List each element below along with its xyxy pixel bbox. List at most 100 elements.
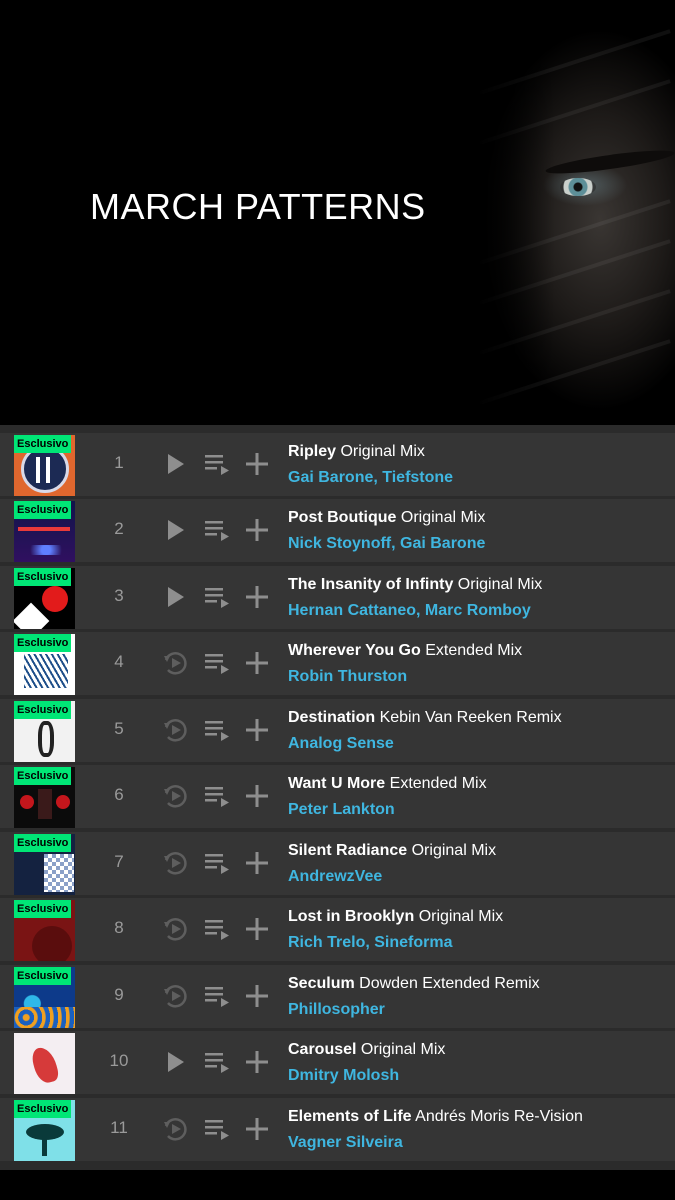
track-list: Esclusivo 1 Ripley Original Mix Gai Barone,… bbox=[0, 425, 675, 1170]
add-icon[interactable] bbox=[245, 916, 269, 942]
track-name[interactable]: Carousel bbox=[288, 1041, 356, 1058]
track-artists[interactable]: Gai Barone, Tiefstone bbox=[288, 469, 453, 487]
exclusive-badge: Esclusivo bbox=[14, 767, 72, 785]
add-icon[interactable] bbox=[245, 983, 269, 1009]
replay-icon[interactable] bbox=[162, 850, 188, 876]
track-row[interactable]: Esclusivo 1 Ripley Original Mix Gai Barone,… bbox=[0, 433, 675, 496]
add-to-queue-icon[interactable] bbox=[203, 1116, 231, 1142]
add-icon[interactable] bbox=[245, 783, 269, 809]
cover-art[interactable]: Esclusivo bbox=[14, 1100, 75, 1161]
cover-art[interactable]: Esclusivo bbox=[14, 634, 75, 695]
mix-name: Dowden Extended Remix bbox=[359, 975, 540, 992]
add-to-queue-icon[interactable] bbox=[203, 983, 231, 1009]
replay-icon[interactable] bbox=[162, 650, 188, 676]
track-row[interactable]: Esclusivo 8 Lost in Brooklyn Original Mix R… bbox=[0, 898, 675, 961]
chart-title: MARCH PATTERNS bbox=[90, 186, 426, 227]
track-row[interactable]: Esclusivo 2 Post Boutique Original Mix Nick… bbox=[0, 499, 675, 562]
track-title[interactable]: Carousel Original Mix bbox=[288, 1041, 445, 1059]
track-title[interactable]: Seculum Dowden Extended Remix bbox=[288, 975, 540, 993]
track-name[interactable]: Seculum bbox=[288, 975, 355, 992]
track-row[interactable]: Esclusivo 4 Wherever You Go Extended Mix Ro… bbox=[0, 632, 675, 695]
track-title[interactable]: Destination Kebin Van Reeken Remix bbox=[288, 709, 562, 727]
add-to-queue-icon[interactable] bbox=[203, 850, 231, 876]
track-title[interactable]: Elements of Life Andrés Moris Re-Vision bbox=[288, 1108, 583, 1126]
track-artists[interactable]: Phillosopher bbox=[288, 1001, 385, 1019]
replay-icon[interactable] bbox=[162, 983, 188, 1009]
track-number: 10 bbox=[109, 1051, 129, 1070]
add-icon[interactable] bbox=[245, 1116, 269, 1142]
track-title[interactable]: Lost in Brooklyn Original Mix bbox=[288, 908, 503, 926]
track-artists[interactable]: Peter Lankton bbox=[288, 801, 395, 819]
exclusive-badge: Esclusivo bbox=[14, 1100, 72, 1118]
cover-art[interactable]: Esclusivo bbox=[14, 967, 75, 1028]
add-to-queue-icon[interactable] bbox=[203, 783, 231, 809]
track-number: 6 bbox=[114, 785, 124, 804]
cover-art[interactable]: Esclusivo bbox=[14, 834, 75, 895]
track-artists[interactable]: Dmitry Molosh bbox=[288, 1067, 399, 1085]
track-title[interactable]: The Insanity of Infinty Original Mix bbox=[288, 576, 542, 594]
add-to-queue-icon[interactable] bbox=[203, 517, 231, 543]
add-icon[interactable] bbox=[245, 1049, 269, 1075]
cover-art[interactable]: Esclusivo bbox=[14, 435, 75, 496]
track-artists[interactable]: Analog Sense bbox=[288, 735, 394, 753]
add-to-queue-icon[interactable] bbox=[203, 717, 231, 743]
replay-icon[interactable] bbox=[162, 717, 188, 743]
track-artists[interactable]: Nick Stoynoff, Gai Barone bbox=[288, 535, 485, 553]
exclusive-badge: Esclusivo bbox=[14, 967, 72, 985]
track-name[interactable]: The Insanity of Infinty bbox=[288, 576, 453, 593]
track-name[interactable]: Post Boutique bbox=[288, 509, 396, 526]
play-icon[interactable] bbox=[162, 1049, 188, 1075]
cover-art[interactable]: Esclusivo bbox=[14, 701, 75, 762]
track-title[interactable]: Post Boutique Original Mix bbox=[288, 509, 485, 527]
track-artists[interactable]: Rich Trelo, Sineforma bbox=[288, 934, 452, 952]
play-icon[interactable] bbox=[162, 584, 188, 610]
play-icon[interactable] bbox=[162, 517, 188, 543]
add-to-queue-icon[interactable] bbox=[203, 584, 231, 610]
track-row[interactable]: Esclusivo 6 Want U More Extended Mix Peter … bbox=[0, 765, 675, 828]
track-artists[interactable]: Vagner Silveira bbox=[288, 1134, 403, 1152]
track-artists[interactable]: Hernan Cattaneo, Marc Romboy bbox=[288, 602, 531, 620]
cover-art[interactable]: Esclusivo bbox=[14, 501, 75, 562]
track-name[interactable]: Wherever You Go bbox=[288, 642, 421, 659]
track-name[interactable]: Ripley bbox=[288, 443, 336, 460]
replay-icon[interactable] bbox=[162, 916, 188, 942]
track-row[interactable]: Esclusivo 3 The Insanity of Infinty Origin… bbox=[0, 566, 675, 629]
track-row[interactable]: Esclusivo 5 Destination Kebin Van Reeken R… bbox=[0, 699, 675, 762]
cover-art[interactable]: Esclusivo bbox=[14, 900, 75, 961]
track-name[interactable]: Silent Radiance bbox=[288, 842, 407, 859]
add-icon[interactable] bbox=[245, 451, 269, 477]
track-title[interactable]: Wherever You Go Extended Mix bbox=[288, 642, 522, 660]
track-name[interactable]: Elements of Life bbox=[288, 1108, 412, 1125]
add-icon[interactable] bbox=[245, 850, 269, 876]
track-row[interactable]: Esclusivo 11 Elements of Life Andrés Moris… bbox=[0, 1098, 675, 1161]
add-to-queue-icon[interactable] bbox=[203, 650, 231, 676]
exclusive-badge: Esclusivo bbox=[14, 834, 72, 852]
track-artists[interactable]: Robin Thurston bbox=[288, 668, 407, 686]
track-artists[interactable]: AndrewzVee bbox=[288, 868, 382, 886]
track-row[interactable]: Esclusivo 9 Seculum Dowden Extended Remix P… bbox=[0, 965, 675, 1028]
cover-art[interactable]: Esclusivo bbox=[14, 767, 75, 828]
track-name[interactable]: Lost in Brooklyn bbox=[288, 908, 414, 925]
cover-art[interactable] bbox=[14, 1033, 75, 1094]
add-icon[interactable] bbox=[245, 650, 269, 676]
track-title[interactable]: Silent Radiance Original Mix bbox=[288, 842, 496, 860]
track-row[interactable]: 10 Carousel Original Mix Dmitry Molosh bbox=[0, 1031, 675, 1094]
add-to-queue-icon[interactable] bbox=[203, 916, 231, 942]
track-name[interactable]: Want U More bbox=[288, 775, 385, 792]
add-to-queue-icon[interactable] bbox=[203, 451, 231, 477]
add-icon[interactable] bbox=[245, 717, 269, 743]
add-icon[interactable] bbox=[245, 584, 269, 610]
cover-art[interactable]: Esclusivo bbox=[14, 568, 75, 629]
track-row[interactable]: Esclusivo 7 Silent Radiance Original Mix An… bbox=[0, 832, 675, 895]
replay-icon[interactable] bbox=[162, 783, 188, 809]
track-title[interactable]: Want U More Extended Mix bbox=[288, 775, 487, 793]
add-icon[interactable] bbox=[245, 517, 269, 543]
play-icon[interactable] bbox=[162, 451, 188, 477]
exclusive-badge: Esclusivo bbox=[14, 501, 72, 519]
track-title[interactable]: Ripley Original Mix bbox=[288, 443, 425, 461]
replay-icon[interactable] bbox=[162, 1116, 188, 1142]
track-name[interactable]: Destination bbox=[288, 709, 375, 726]
add-to-queue-icon[interactable] bbox=[203, 1049, 231, 1075]
track-number: 8 bbox=[114, 918, 124, 937]
track-number: 9 bbox=[114, 985, 124, 1004]
